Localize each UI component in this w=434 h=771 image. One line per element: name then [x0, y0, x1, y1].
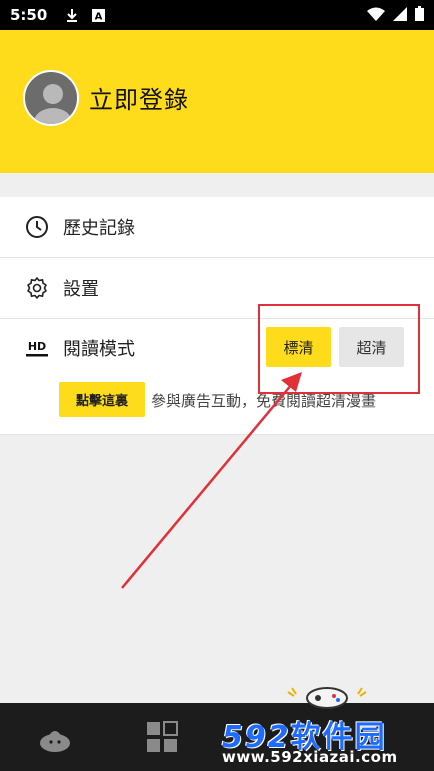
hd-icon: HD	[25, 336, 49, 360]
menu-item-reading-mode-label: 閱讀模式	[63, 339, 135, 360]
clock-icon	[25, 215, 49, 239]
promo-click-button[interactable]: 點擊這裏	[59, 382, 145, 417]
signal-icon	[393, 6, 407, 25]
wifi-icon	[367, 6, 385, 25]
annotation-box	[258, 304, 420, 394]
svg-text:A: A	[94, 11, 102, 22]
download-icon	[65, 8, 79, 22]
grid-icon[interactable]	[146, 721, 178, 753]
profile-header: 立即登錄	[0, 30, 434, 173]
watermark: 592软件园 www.592xiazai.com	[218, 712, 430, 768]
home-icon[interactable]	[38, 721, 72, 753]
watermark-url: www.592xiazai.com	[222, 748, 398, 766]
status-bar: 5:50 A	[0, 0, 434, 30]
menu-item-history-label: 歷史記錄	[63, 218, 135, 239]
login-link[interactable]: 立即登錄	[89, 80, 189, 115]
hd-icon-text: HD	[28, 340, 46, 353]
status-time: 5:50	[10, 6, 48, 24]
gear-icon	[25, 276, 49, 300]
divider	[0, 434, 434, 435]
menu-item-history[interactable]: 歷史記錄	[0, 197, 434, 257]
menu-item-settings-label: 設置	[63, 279, 99, 300]
user-avatar-icon[interactable]	[23, 70, 79, 126]
battery-icon	[415, 5, 424, 25]
a-box-icon: A	[91, 8, 105, 22]
